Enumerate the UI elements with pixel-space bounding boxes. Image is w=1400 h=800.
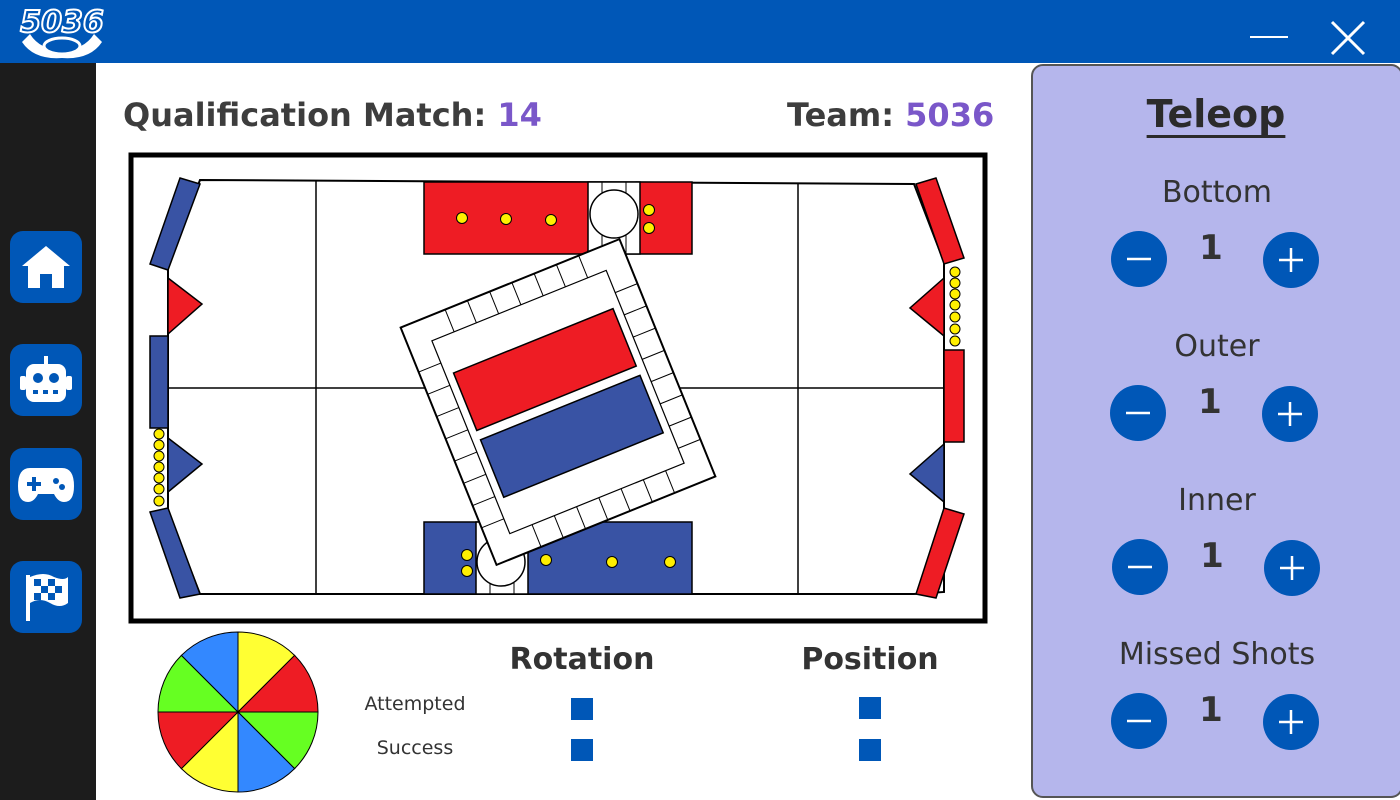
sidebar-item-gamepad[interactable] — [10, 448, 82, 520]
team-header: Team: 5036 — [787, 96, 994, 134]
gamepad-icon — [18, 468, 74, 502]
missed-shots-label: Missed Shots — [1118, 637, 1316, 672]
logo-text: 5036 — [20, 5, 104, 40]
attempted-label: Attempted — [364, 693, 466, 715]
rotation-success-checkbox[interactable] — [571, 739, 593, 761]
minus-icon — [1128, 565, 1152, 569]
field-map[interactable] — [128, 152, 988, 624]
sidebar-item-home[interactable] — [10, 231, 82, 303]
position-header: Position — [801, 642, 939, 677]
sidebar-item-robot[interactable] — [10, 344, 82, 416]
outer-increment-button[interactable] — [1262, 386, 1318, 442]
close-icon[interactable] — [1328, 18, 1368, 58]
home-icon — [22, 246, 70, 288]
rotation-attempted-checkbox[interactable] — [571, 698, 593, 720]
team-number: 5036 — [905, 96, 995, 134]
sidebar-item-finish[interactable] — [10, 561, 82, 633]
position-success-checkbox[interactable] — [859, 739, 881, 761]
robot-icon — [20, 356, 72, 402]
bottom-increment-button[interactable] — [1263, 232, 1319, 288]
inner-value: 1 — [1200, 536, 1224, 576]
match-label: Qualification Match: — [123, 96, 498, 134]
title-bar: 5036 — [0, 0, 1400, 63]
checkered-flag-icon — [26, 574, 68, 621]
match-header: Qualification Match: 14 — [123, 96, 542, 134]
position-attempted-checkbox[interactable] — [859, 697, 881, 719]
plus-icon — [1279, 248, 1303, 272]
outer-label: Outer — [1174, 329, 1260, 364]
sidebar — [0, 63, 96, 800]
success-label: Success — [376, 737, 454, 759]
match-number: 14 — [497, 96, 542, 134]
color-wheel — [157, 631, 319, 793]
missed-shots-increment-button[interactable] — [1263, 694, 1319, 750]
outer-value: 1 — [1198, 382, 1222, 422]
plus-icon — [1280, 556, 1304, 580]
minus-icon — [1126, 411, 1150, 415]
missed-shots-value: 1 — [1199, 690, 1223, 730]
plus-icon — [1278, 402, 1302, 426]
bottom-decrement-button[interactable] — [1111, 231, 1167, 287]
minimize-icon[interactable] — [1250, 36, 1288, 38]
minus-icon — [1127, 719, 1151, 723]
missed-shots-decrement-button[interactable] — [1111, 693, 1167, 749]
minus-icon — [1127, 257, 1151, 261]
inner-label: Inner — [1178, 483, 1256, 518]
outer-decrement-button[interactable] — [1110, 385, 1166, 441]
inner-increment-button[interactable] — [1264, 540, 1320, 596]
team-logo: 5036 — [19, 4, 105, 59]
bottom-label: Bottom — [1161, 175, 1273, 210]
teleop-title: Teleop — [1146, 92, 1286, 136]
rotation-header: Rotation — [509, 642, 655, 677]
inner-decrement-button[interactable] — [1112, 539, 1168, 595]
team-label: Team: — [787, 96, 906, 134]
bottom-value: 1 — [1199, 228, 1223, 268]
plus-icon — [1279, 710, 1303, 734]
